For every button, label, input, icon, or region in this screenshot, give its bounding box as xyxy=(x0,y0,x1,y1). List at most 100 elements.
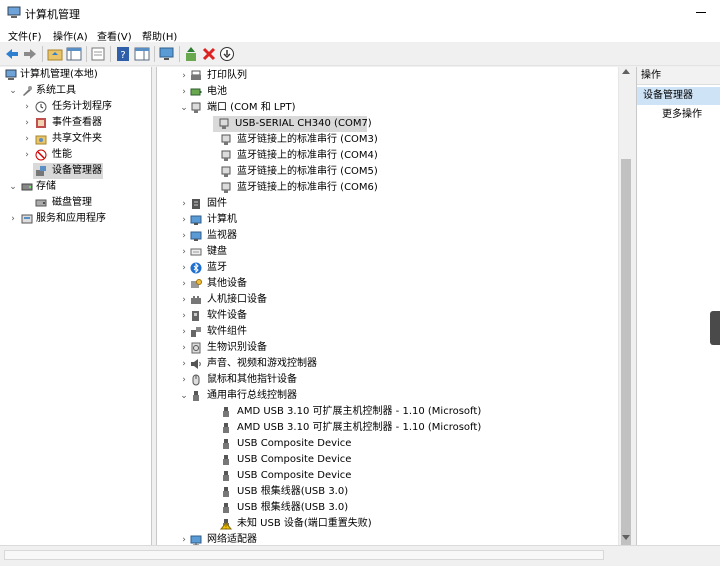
device-category-row[interactable]: ⌄ 端口 (COM 和 LPT) xyxy=(157,100,617,116)
scroll-up-icon[interactable] xyxy=(622,69,630,74)
menu-bar: 文件(F) 操作(A) 查看(V) 帮助(H) xyxy=(0,26,720,43)
scan-hardware-icon[interactable] xyxy=(159,46,175,62)
usb-icon xyxy=(223,487,229,497)
device-row[interactable]: USB Composite Device xyxy=(157,436,617,452)
chevron-down-icon[interactable]: ⌄ xyxy=(8,179,18,195)
console-tree-icon[interactable] xyxy=(66,46,82,62)
device-label: 蓝牙链接上的标准串行 (COM4) xyxy=(237,150,378,161)
device-category-row[interactable]: ⌄ 通用串行总线控制器 xyxy=(157,388,617,404)
tree-item-disk-management[interactable]: 磁盘管理 xyxy=(0,195,152,211)
device-category-row[interactable]: › 其他设备 xyxy=(157,276,617,292)
chevron-right-icon[interactable]: › xyxy=(179,212,189,228)
disable-device-icon[interactable] xyxy=(219,46,235,62)
tree-item-system-tools[interactable]: ⌄ 系统工具 xyxy=(0,83,152,99)
menu-view[interactable]: 查看(V) xyxy=(97,28,132,43)
usb-icon xyxy=(223,503,229,513)
tree-item-services-apps[interactable]: › 服务和应用程序 xyxy=(0,211,152,227)
menu-action[interactable]: 操作(A) xyxy=(53,28,88,43)
usb-warning-icon: ! xyxy=(220,519,232,530)
device-row[interactable]: AMD USB 3.10 可扩展主机控制器 - 1.10 (Microsoft) xyxy=(157,404,617,420)
mouse-icon xyxy=(192,374,200,386)
device-category-row[interactable]: › 固件 xyxy=(157,196,617,212)
device-row[interactable]: 蓝牙链接上的标准串行 (COM5) xyxy=(157,164,617,180)
device-category-row[interactable]: › 生物识别设备 xyxy=(157,340,617,356)
chevron-right-icon[interactable]: › xyxy=(179,356,189,372)
device-row[interactable]: 蓝牙链接上的标准串行 (COM4) xyxy=(157,148,617,164)
device-category-row[interactable]: › 计算机 xyxy=(157,212,617,228)
chevron-right-icon[interactable]: › xyxy=(179,292,189,308)
more-actions-link[interactable]: 更多操作 xyxy=(662,107,702,123)
chevron-down-icon[interactable]: ⌄ xyxy=(179,100,189,116)
up-folder-icon[interactable] xyxy=(47,46,63,62)
update-driver-icon[interactable] xyxy=(183,46,199,62)
device-row[interactable]: ! 未知 USB 设备(端口重置失败) xyxy=(157,516,617,532)
usb-icon xyxy=(193,391,199,401)
tree-item-shared-folders[interactable]: › 共享文件夹 xyxy=(0,131,152,147)
category-label: 键盘 xyxy=(207,246,227,257)
device-category-row[interactable]: › 鼠标和其他指针设备 xyxy=(157,372,617,388)
device-category-row[interactable]: › 软件设备 xyxy=(157,308,617,324)
device-row[interactable]: USB-SERIAL CH340 (COM7) xyxy=(213,116,372,132)
chevron-right-icon[interactable]: › xyxy=(179,260,189,276)
chevron-right-icon[interactable]: › xyxy=(22,147,32,163)
back-arrow-icon[interactable] xyxy=(4,46,20,62)
device-label: 未知 USB 设备(端口重置失败) xyxy=(237,518,372,529)
chevron-right-icon[interactable]: › xyxy=(179,372,189,388)
device-row[interactable]: USB 根集线器(USB 3.0) xyxy=(157,484,617,500)
tree-item-computer-management[interactable]: 计算机管理(本地) xyxy=(0,67,152,83)
device-row[interactable]: 蓝牙链接上的标准串行 (COM3) xyxy=(157,132,617,148)
device-category-row[interactable]: › 电池 xyxy=(157,84,617,100)
help-icon[interactable]: ? xyxy=(115,46,131,62)
chevron-right-icon[interactable]: › xyxy=(179,196,189,212)
chevron-right-icon[interactable]: › xyxy=(179,68,189,84)
device-label: AMD USB 3.10 可扩展主机控制器 - 1.10 (Microsoft) xyxy=(237,422,482,433)
chevron-right-icon[interactable]: › xyxy=(179,228,189,244)
minimize-button[interactable] xyxy=(690,2,714,22)
device-row[interactable]: 蓝牙链接上的标准串行 (COM6) xyxy=(157,180,617,196)
chevron-right-icon[interactable]: › xyxy=(179,324,189,340)
horizontal-scrollbar[interactable] xyxy=(4,550,604,560)
chevron-right-icon[interactable]: › xyxy=(8,211,18,227)
chevron-right-icon[interactable]: › xyxy=(22,131,32,147)
device-category-row[interactable]: › 人机接口设备 xyxy=(157,292,617,308)
device-category-row[interactable]: › 软件组件 xyxy=(157,324,617,340)
category-label: 软件设备 xyxy=(207,310,247,321)
device-category-row[interactable]: › 打印队列 xyxy=(157,68,617,84)
tree-item-performance[interactable]: › 性能 xyxy=(0,147,152,163)
properties-icon[interactable] xyxy=(90,46,106,62)
chevron-right-icon[interactable]: › xyxy=(22,115,32,131)
device-category-row[interactable]: › 键盘 xyxy=(157,244,617,260)
chevron-down-icon[interactable]: ⌄ xyxy=(8,83,18,99)
chevron-right-icon[interactable]: › xyxy=(179,244,189,260)
port-icon xyxy=(221,134,231,145)
chevron-right-icon[interactable]: › xyxy=(22,99,32,115)
chevron-right-icon[interactable]: › xyxy=(179,340,189,356)
chevron-right-icon[interactable]: › xyxy=(179,308,189,324)
action-pane-icon[interactable] xyxy=(134,46,150,62)
side-panel-handle[interactable] xyxy=(710,311,720,345)
device-row[interactable]: USB Composite Device xyxy=(157,468,617,484)
forward-arrow-icon[interactable] xyxy=(22,46,38,62)
tree-item-event-viewer[interactable]: › 事件查看器 xyxy=(0,115,152,131)
chevron-right-icon[interactable]: › xyxy=(179,276,189,292)
device-category-row[interactable]: › 蓝牙 xyxy=(157,260,617,276)
firmware-icon xyxy=(192,199,200,209)
vertical-scrollbar[interactable] xyxy=(618,67,633,547)
device-row[interactable]: AMD USB 3.10 可扩展主机控制器 - 1.10 (Microsoft) xyxy=(157,420,617,436)
scroll-down-icon[interactable] xyxy=(622,535,630,540)
menu-file[interactable]: 文件(F) xyxy=(8,28,42,43)
tree-item-device-manager[interactable]: 设备管理器 xyxy=(33,163,103,179)
scrollbar-thumb[interactable] xyxy=(621,159,631,547)
tree-item-storage[interactable]: ⌄ 存储 xyxy=(0,179,152,195)
chevron-down-icon[interactable]: ⌄ xyxy=(179,388,189,404)
tree-item-task-scheduler[interactable]: › 任务计划程序 xyxy=(0,99,152,115)
device-row[interactable]: USB 根集线器(USB 3.0) xyxy=(157,500,617,516)
chevron-right-icon[interactable]: › xyxy=(179,84,189,100)
uninstall-icon[interactable] xyxy=(201,46,217,62)
menu-help[interactable]: 帮助(H) xyxy=(142,28,177,43)
performance-icon xyxy=(35,149,47,161)
action-device-manager[interactable]: 设备管理器 xyxy=(637,87,720,105)
device-category-row[interactable]: › 监视器 xyxy=(157,228,617,244)
device-row[interactable]: USB Composite Device xyxy=(157,452,617,468)
device-category-row[interactable]: › 声音、视频和游戏控制器 xyxy=(157,356,617,372)
